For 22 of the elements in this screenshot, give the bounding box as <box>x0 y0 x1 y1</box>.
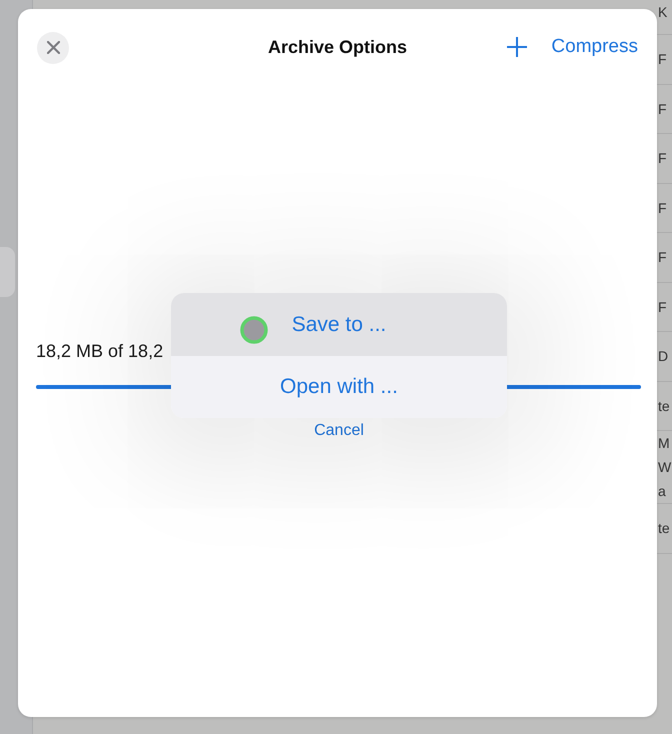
table-cell-text: D <box>658 347 668 366</box>
plus-icon <box>507 37 528 58</box>
menu-item[interactable]: Open with ... <box>171 356 507 418</box>
table-cell-text: F <box>658 149 667 168</box>
table-cell-text: te <box>658 519 670 538</box>
touch-indicator-icon <box>240 316 268 344</box>
add-button[interactable] <box>507 37 528 58</box>
sheet-title: Archive Options <box>268 36 408 59</box>
column-header: K <box>658 4 668 20</box>
table-cell-text: F <box>658 50 667 70</box>
table-cell-text: F <box>658 100 667 119</box>
progress-reading: 18,2 MB of 18,2 <box>36 341 164 363</box>
menu-item[interactable]: Save to ... <box>171 293 507 356</box>
table-cell-text: F <box>658 248 667 268</box>
table-cell-text: M W a <box>658 434 672 501</box>
close-button[interactable] <box>37 32 69 64</box>
table-cell-text: te <box>658 396 670 416</box>
table-cell-text: F <box>658 198 667 218</box>
table-cell-text: F <box>658 298 667 317</box>
cancel-button[interactable]: Cancel <box>314 421 364 440</box>
close-icon <box>46 41 60 54</box>
compress-button[interactable]: Compress <box>551 36 638 59</box>
